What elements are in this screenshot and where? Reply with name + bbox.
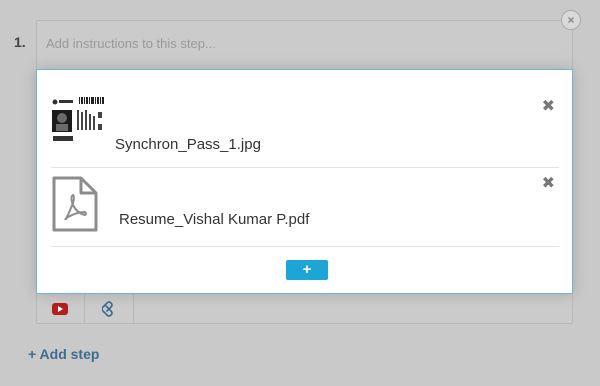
- close-icon: ×: [567, 13, 575, 27]
- remove-icon: ✖: [541, 98, 555, 115]
- attachments-modal: Synchron_Pass_1.jpg ✖ Resume_Vishal Kuma…: [36, 69, 573, 294]
- remove-icon: ✖: [541, 175, 555, 192]
- add-video-button[interactable]: [36, 293, 85, 324]
- attach-file-button[interactable]: [85, 293, 134, 324]
- attachment-filename: Resume_Vishal Kumar P.pdf: [119, 211, 310, 228]
- attachment-row: Synchron_Pass_1.jpg ✖: [51, 90, 559, 168]
- add-attachment-button[interactable]: +: [286, 260, 328, 280]
- id-card-thumbnail: [51, 96, 105, 148]
- remove-attachment-button[interactable]: ✖: [542, 96, 555, 116]
- instructions-input[interactable]: Add instructions to this step...: [46, 36, 216, 51]
- remove-attachment-button[interactable]: ✖: [542, 173, 555, 193]
- paperclip-icon: [102, 300, 113, 317]
- add-step-link[interactable]: + Add step: [28, 346, 99, 362]
- step-toolbar: [36, 292, 571, 324]
- youtube-icon: [52, 302, 68, 315]
- attachment-row: Resume_Vishal Kumar P.pdf ✖: [51, 169, 559, 247]
- step-number: 1.: [14, 34, 26, 50]
- attachment-filename: Synchron_Pass_1.jpg: [115, 136, 261, 153]
- close-step-button[interactable]: ×: [561, 10, 581, 30]
- pdf-icon: [52, 176, 98, 232]
